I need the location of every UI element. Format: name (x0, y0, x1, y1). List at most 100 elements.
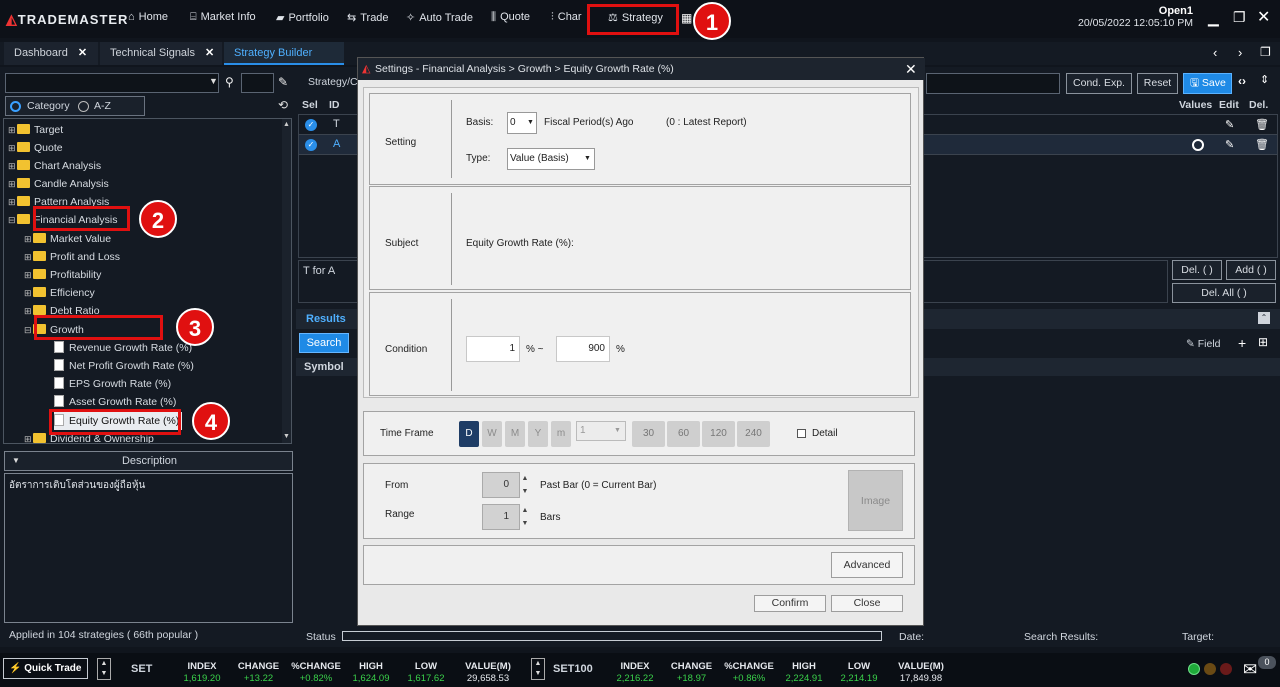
tab-prev-icon[interactable]: ‹ (1213, 45, 1217, 60)
scroll-up-icon[interactable]: ▲ (283, 121, 290, 128)
restore-icon[interactable]: ❐ (1233, 9, 1246, 26)
quick-trade-button[interactable]: ⚡ Quick Trade (3, 658, 88, 679)
tf-60-button[interactable]: 60 (667, 421, 700, 447)
values-circle-icon[interactable] (1192, 139, 1204, 151)
nav-chart[interactable]: ⫶ Char (551, 11, 582, 24)
market-switch-icon[interactable]: ▲ ▼ (97, 658, 111, 680)
tree-item[interactable]: ⊞ Profit and Loss (24, 248, 120, 266)
type-select[interactable]: Value (Basis) ▼ (507, 148, 595, 170)
tree-item[interactable]: ⊞ Market Value (24, 230, 111, 248)
tree-item[interactable]: ⊞ Profitability (24, 266, 101, 284)
minimize-icon[interactable]: ▁ (1208, 10, 1219, 27)
confirm-button[interactable]: Confirm (754, 595, 826, 612)
mail-icon[interactable]: ✉ (1243, 660, 1257, 680)
tree-item[interactable]: ⊞ Quote (8, 139, 63, 157)
tree-item[interactable]: Net Profit Growth Rate (%) (54, 357, 194, 375)
del-button[interactable]: Del. ( ) (1172, 260, 1222, 280)
close-tab-icon[interactable]: ✕ (78, 47, 87, 59)
reset-button[interactable]: Reset (1137, 73, 1178, 94)
condition-filter-input[interactable] (241, 73, 274, 93)
tab-window-icon[interactable]: ❐ (1260, 45, 1271, 59)
trash-icon[interactable]: 🗑 (1255, 118, 1269, 131)
tf-120-button[interactable]: 120 (702, 421, 735, 447)
del-all-button[interactable]: Del. All ( ) (1172, 283, 1276, 303)
range-input[interactable]: 1 (482, 504, 520, 530)
tree-item[interactable]: ⊞ Chart Analysis (8, 157, 101, 175)
strategy-name-input[interactable] (926, 73, 1060, 94)
nav-quote[interactable]: ⫼ Quote (491, 11, 530, 24)
tree-scrollbar[interactable] (282, 119, 291, 443)
add-button[interactable]: Add ( ) (1226, 260, 1276, 280)
tab-technical-signals[interactable]: Technical Signals ✕ (100, 42, 222, 65)
high-value: 2,224.91 (785, 673, 823, 684)
tf-240-button[interactable]: 240 (737, 421, 770, 447)
tab-next-icon[interactable]: › (1238, 45, 1242, 60)
tree-item[interactable]: Revenue Growth Rate (%) (54, 339, 192, 357)
search-button[interactable]: Search (299, 333, 349, 353)
tf-30-button[interactable]: 30 (632, 421, 665, 447)
market-switch-icon[interactable]: ▲ ▼ (531, 658, 545, 680)
tab-dashboard[interactable]: Dashboard ✕ (4, 42, 98, 65)
nav-auto-trade[interactable]: ✧ Auto Trade (406, 11, 473, 24)
dialog-close-icon[interactable]: ✕ (905, 58, 917, 80)
condition-min-input[interactable]: 1 (466, 336, 520, 362)
tf-minute-select[interactable]: 1 ▼ (576, 421, 626, 441)
tf-month-button[interactable]: M (505, 421, 525, 447)
condition-max-input[interactable]: 900 (556, 336, 610, 362)
expand-icon[interactable]: ⇕ (1260, 73, 1269, 86)
highlight-box-growth (34, 315, 163, 340)
tf-year-button[interactable]: Y (528, 421, 548, 447)
from-input[interactable]: 0 (482, 472, 520, 498)
edit-icon[interactable]: ✎ (1225, 118, 1234, 131)
radio-az[interactable] (78, 101, 89, 112)
add-field-icon[interactable]: + (1238, 335, 1246, 351)
radio-category[interactable] (10, 101, 21, 112)
search-results-label: Search Results: (1024, 631, 1099, 643)
code-icon[interactable]: ‹› (1238, 74, 1246, 88)
tf-week-button[interactable]: W (482, 421, 502, 447)
nav-trade[interactable]: ⇆ Trade (347, 11, 389, 24)
basis-select[interactable]: 0 ▼ (507, 112, 537, 134)
grid-menu-icon[interactable]: ▦ (681, 11, 692, 25)
qr-icon[interactable]: ⊞ (1258, 335, 1268, 349)
advanced-button[interactable]: Advanced (831, 552, 903, 578)
cond-exp-button[interactable]: Cond. Exp. (1066, 73, 1132, 94)
tree-item[interactable]: ⊞ Efficiency (24, 284, 95, 302)
nav-market-info[interactable]: ⌸ Market Info (190, 11, 256, 24)
wrench-icon[interactable]: ✎ (278, 75, 288, 89)
close-window-icon[interactable]: ✕ (1257, 7, 1270, 27)
close-button[interactable]: Close (831, 595, 903, 612)
index-value: 2,216.22 (616, 673, 654, 684)
tab-strategy-builder[interactable]: Strategy Builder (224, 42, 344, 65)
from-stepper-icon[interactable]: ▲ ▼ (520, 472, 530, 498)
tree-item[interactable]: EPS Growth Rate (%) (54, 375, 171, 393)
close-tab-icon[interactable]: ✕ (205, 47, 214, 59)
nav-portfolio[interactable]: ▰ Portfolio (276, 11, 329, 24)
trash-icon[interactable]: 🗑 (1255, 138, 1269, 151)
condition-browser-panel: ▼ ⚲ ✎ Category A-Z ⟲ ⊞ Target ⊞ Quote ⊞ Cha… (0, 67, 296, 647)
tree-item[interactable]: ⊞ Candle Analysis (8, 175, 109, 193)
condition-range-text: % ~ (526, 344, 544, 355)
search-icon[interactable]: ⚲ (225, 75, 234, 89)
highlight-box-strategy (587, 4, 679, 35)
range-stepper-icon[interactable]: ▲ ▼ (520, 504, 530, 530)
description-header[interactable]: ▼ Description (4, 451, 293, 471)
detail-checkbox[interactable] (797, 429, 806, 438)
edit-icon[interactable]: ✎ (1225, 138, 1234, 151)
collapse-results-icon[interactable]: ⌃ (1258, 312, 1270, 324)
check-icon[interactable]: ✓ (305, 139, 317, 151)
lightning-icon: ⚡ (9, 663, 22, 674)
tree-item[interactable]: ⊞ Target (8, 121, 63, 139)
tab-results[interactable]: Results (306, 313, 346, 325)
tf-day-button[interactable]: D (459, 421, 479, 447)
nav-home[interactable]: ⌂ Home (128, 11, 168, 23)
tf-minute-button[interactable]: m (551, 421, 571, 447)
check-icon[interactable]: ✓ (305, 119, 317, 131)
scroll-down-icon[interactable]: ▼ (283, 433, 290, 440)
save-button[interactable]: 🖫 Save (1183, 73, 1232, 94)
condition-search-select[interactable] (5, 73, 219, 93)
field-button[interactable]: ✎ Field (1186, 338, 1221, 350)
image-button[interactable]: Image (848, 470, 903, 531)
refresh-icon[interactable]: ⟲ (278, 98, 288, 112)
condition-tree: ⊞ Target ⊞ Quote ⊞ Chart Analysis ⊞ Candle A… (3, 118, 292, 444)
